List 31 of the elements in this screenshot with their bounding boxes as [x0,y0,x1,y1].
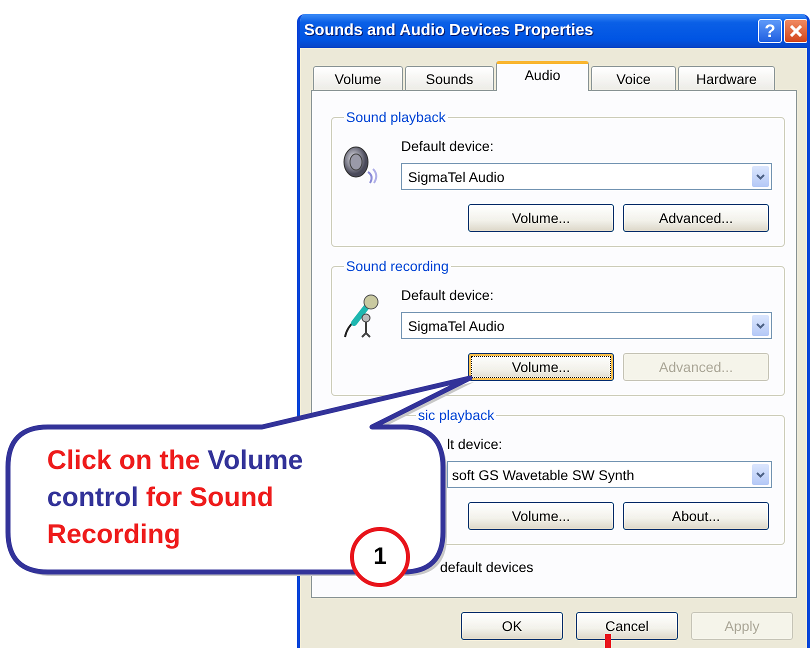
chevron-down-icon [756,322,765,328]
group-title: Sound playback [345,109,447,125]
dialog-button[interactable]: Volume... [468,502,614,530]
chevron-down-icon [756,472,765,478]
instruction-text: Click on the Volume control for Sound Recording [47,444,304,551]
help-button[interactable]: ? [758,19,782,43]
checkbox-label: default devices [440,559,534,575]
tab[interactable]: Audio [496,61,589,91]
dialog-button[interactable]: Volume... [468,204,614,232]
field-label: Default device: [401,287,495,305]
device-dropdown[interactable]: SigmaTel Audio [401,312,772,339]
dialog-button[interactable]: Advanced... [623,204,769,232]
dialog-button[interactable]: Cancel [576,612,678,640]
chevron-down-icon [756,174,765,180]
close-icon [790,25,802,37]
field-label: Default device: [401,138,495,156]
window-title: Sounds and Audio Devices Properties [304,22,594,40]
tab[interactable]: Hardware [678,66,775,90]
device-dropdown[interactable]: soft GS Wavetable SW Synth [447,461,772,488]
device-dropdown[interactable]: SigmaTel Audio [401,163,772,190]
field-label: lt device: [447,436,502,454]
tab[interactable]: Voice [591,66,676,90]
dialog-button[interactable]: About... [623,502,769,530]
group-title: Sound recording [345,258,450,274]
speaker-icon [342,144,380,186]
group-title: sic playback [416,407,496,423]
tab[interactable]: Sounds [405,66,494,90]
dialog-button[interactable]: OK [461,612,563,640]
dialog-button[interactable]: Volume... [468,353,614,381]
close-button[interactable] [784,19,807,43]
tab[interactable]: Volume [313,66,403,90]
